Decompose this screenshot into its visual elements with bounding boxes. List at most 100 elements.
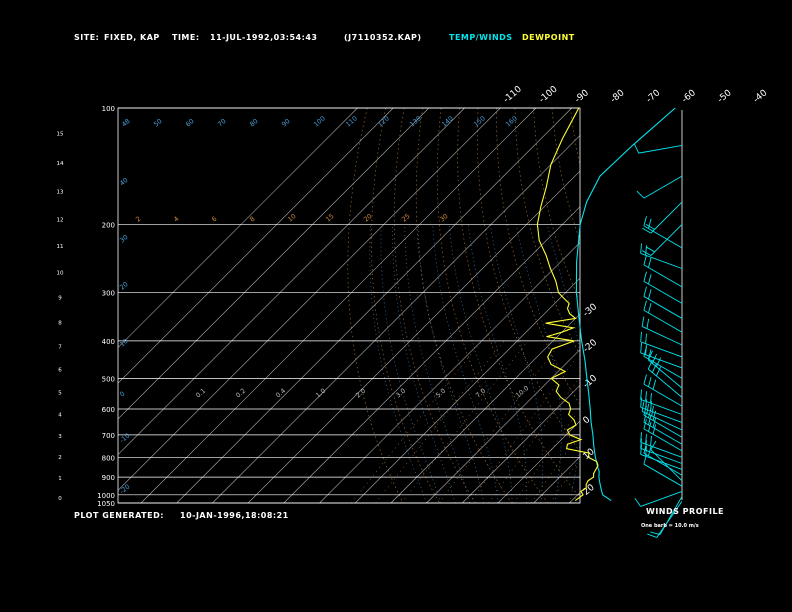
dry-adiabat: [533, 107, 579, 299]
mixing-ratio-line: [488, 378, 580, 504]
wind-barb-flag: [648, 274, 652, 285]
height-tick-label: 6: [58, 368, 62, 374]
wind-barb-flag: [643, 271, 647, 282]
height-tick-label: 7: [58, 344, 62, 350]
temperature-right-label: -20: [582, 338, 600, 355]
wind-barb-flag: [650, 435, 652, 446]
moist-adiabat-label: 110: [344, 114, 359, 128]
wind-barb: [640, 453, 683, 470]
wind-barb-flag: [645, 246, 655, 253]
mixing-ratio-lower-label: 7.0: [474, 387, 487, 400]
mixing-ratio-line: [513, 415, 576, 504]
moist-adiabat-label: 160: [504, 114, 519, 128]
pressure-tick-label: 1050: [97, 500, 115, 508]
height-tick-label: 4: [58, 412, 62, 418]
wind-barb: [643, 355, 683, 379]
wind-barb-flag: [643, 374, 647, 385]
pressure-tick-label: 200: [102, 221, 115, 229]
wind-barb: [643, 428, 683, 452]
isotherm-line: [176, 107, 572, 504]
isotherm-line: [117, 107, 394, 384]
mixing-ratio-lower-label: 0.2: [234, 387, 247, 400]
wind-barb-flag: [634, 498, 642, 507]
mixing-ratio-label: 15: [324, 212, 335, 223]
temperature-top-label: -60: [680, 88, 698, 105]
wind-barb: [640, 352, 683, 369]
wind-barb: [650, 201, 683, 234]
dry-adiabat-label: 0: [118, 390, 126, 399]
isotherm-line: [212, 135, 581, 504]
temperature-right-label: -30: [582, 302, 600, 319]
winds-profile-title: WINDS PROFILE: [646, 507, 725, 516]
isotherm-line: [283, 206, 581, 504]
wind-barb-flag: [646, 403, 650, 414]
isotherm-line: [247, 170, 581, 504]
pressure-tick-label: 500: [102, 375, 115, 383]
temperature-top-label: -80: [609, 88, 627, 105]
temperature-top-label: -90: [573, 88, 591, 105]
mixing-ratio-label: 8: [248, 215, 256, 224]
plot-generated-label: PLOT GENERATED:: [74, 511, 164, 520]
wind-barb: [643, 421, 683, 445]
wind-barb-flag: [650, 440, 657, 450]
wind-barb-flag: [648, 303, 652, 314]
mixing-ratio-label: 30: [438, 212, 449, 223]
moist-adiabat-label: 80: [248, 117, 259, 128]
isotherm-line: [117, 107, 430, 420]
moist-adiabat-label: 50: [152, 117, 163, 128]
adiabat-lines: [347, 107, 581, 504]
moist-adiabat: [392, 224, 456, 504]
moist-adiabat-label: 150: [472, 114, 487, 128]
pressure-tick-label: 900: [102, 474, 115, 482]
pressure-tick-label: 100: [102, 105, 115, 113]
dry-adiabat: [415, 107, 512, 504]
dry-adiabat-label: 30: [118, 233, 129, 244]
dry-adiabat-label: 10: [118, 337, 129, 348]
isotherm-line: [140, 107, 537, 504]
wind-barb-flag: [650, 531, 661, 536]
wind-barb: [643, 175, 683, 199]
mixing-ratio-lower-label: 2.0: [354, 387, 367, 400]
wind-barb-flag: [645, 333, 647, 344]
wind-barb-flag: [643, 255, 647, 265]
dry-adiabat: [436, 107, 549, 504]
wind-barb-flag: [640, 331, 642, 342]
mixing-ratio-lower-label: 0.4: [274, 387, 287, 400]
mixing-ratio-label: 20: [362, 212, 373, 223]
wind-barb: [638, 145, 683, 154]
temperature-top-label: -110: [502, 84, 524, 105]
wind-barb: [643, 264, 683, 288]
wind-barb: [640, 448, 683, 464]
mixing-ratio-label: 6: [210, 215, 218, 224]
moist-adiabat-label: 60: [184, 117, 195, 128]
temperature-right-label: -10: [582, 373, 600, 390]
pressure-tick-label: 300: [102, 290, 115, 298]
height-tick-label: 10: [57, 270, 64, 276]
isotherm-line: [354, 277, 581, 504]
height-tick-label: 9: [58, 296, 62, 302]
wind-barb: [640, 341, 683, 358]
isotherm-line: [462, 385, 581, 504]
pressure-tick-label: 700: [102, 432, 115, 440]
wind-barb-flag: [646, 318, 650, 329]
pressure-tick-label: 800: [102, 454, 115, 462]
mixing-ratio-lower-label: 0.1: [194, 387, 207, 400]
moist-adiabat-label: 100: [312, 114, 327, 128]
pressure-tick-label: 1000: [97, 492, 115, 500]
mixing-ratio-lower-label: 1.0: [314, 387, 327, 400]
wind-barb: [648, 368, 683, 398]
height-tick-label: 5: [58, 390, 62, 396]
wind-barb-flag: [641, 316, 645, 327]
wind-barb-flag: [643, 300, 647, 311]
moist-adiabat: [546, 224, 581, 504]
wind-barb-flag: [634, 143, 640, 154]
dry-adiabat-label: -20: [118, 483, 131, 496]
isotherm-line: [117, 107, 501, 491]
mixing-ratio-label: 25: [400, 212, 411, 223]
wind-barb: [650, 224, 683, 256]
dry-adiabat-label: 20: [118, 280, 129, 291]
height-tick-label: 12: [57, 217, 64, 223]
moist-adiabat: [417, 224, 485, 504]
pressure-tick-label: 600: [102, 406, 115, 414]
wind-barb-flag: [651, 405, 654, 416]
